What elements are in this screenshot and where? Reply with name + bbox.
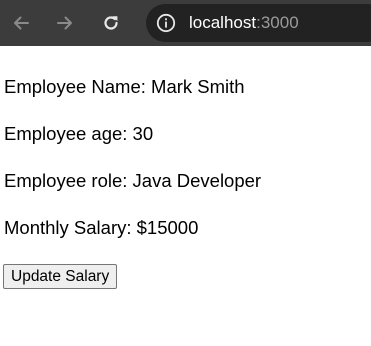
employee-role-text: Employee role: Java Developer xyxy=(4,170,262,191)
arrow-left-icon xyxy=(14,16,29,30)
employee-age-text: Employee age: 30 xyxy=(4,123,154,144)
arrow-right-icon xyxy=(57,16,72,30)
address-bar[interactable]: localhost:3000 xyxy=(146,4,371,42)
update-salary-button[interactable]: Update Salary xyxy=(3,264,118,289)
monthly-salary-text: Monthly Salary: $15000 xyxy=(4,217,199,238)
back-button[interactable] xyxy=(7,9,35,37)
url-host: localhost xyxy=(189,13,257,32)
browser-toolbar: localhost:3000 xyxy=(0,0,371,46)
url-port: :3000 xyxy=(256,13,299,32)
url-text[interactable]: localhost:3000 xyxy=(189,13,299,33)
forward-button[interactable] xyxy=(51,9,79,37)
page-content: Employee Name: Mark Smith Employee age: … xyxy=(0,46,371,346)
info-icon[interactable] xyxy=(156,13,176,33)
reload-icon xyxy=(104,16,118,30)
employee-name-text: Employee Name: Mark Smith xyxy=(4,76,245,97)
reload-button[interactable] xyxy=(97,9,125,37)
